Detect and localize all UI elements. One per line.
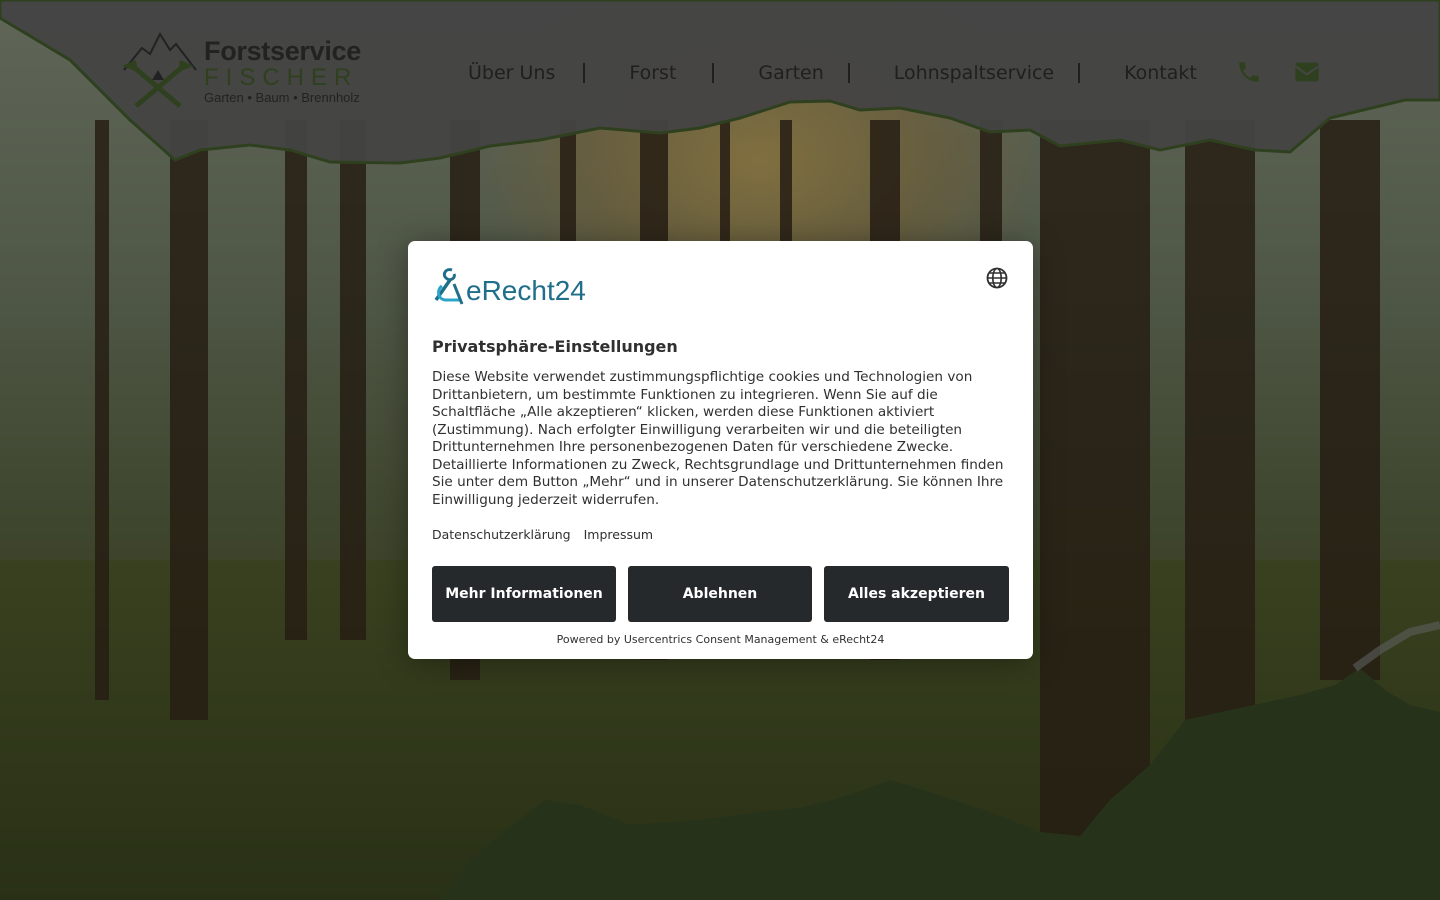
erecht24-logo: eRecht24: [432, 266, 586, 306]
erecht24-logo-icon: [434, 268, 464, 305]
deny-button[interactable]: Ablehnen: [628, 566, 812, 622]
more-info-button[interactable]: Mehr Informationen: [432, 566, 616, 622]
consent-description: Diese Website verwendet zustimmungspflic…: [432, 369, 1004, 508]
globe-icon: [986, 267, 1008, 289]
language-button[interactable]: [985, 266, 1009, 294]
consent-links: Datenschutzerklärung Impressum: [432, 527, 653, 542]
privacy-link[interactable]: Datenschutzerklärung: [432, 527, 571, 542]
erecht24-wordmark: eRecht24: [466, 275, 586, 306]
powered-by-text: Powered by Usercentrics Consent Manageme…: [556, 633, 885, 646]
imprint-link[interactable]: Impressum: [584, 527, 653, 542]
consent-title: Privatsphäre-Einstellungen: [432, 337, 678, 356]
consent-dialog: eRecht24 Privatsphäre-Einstellungen Dies…: [408, 241, 1033, 659]
accept-all-button[interactable]: Alles akzeptieren: [824, 566, 1009, 622]
